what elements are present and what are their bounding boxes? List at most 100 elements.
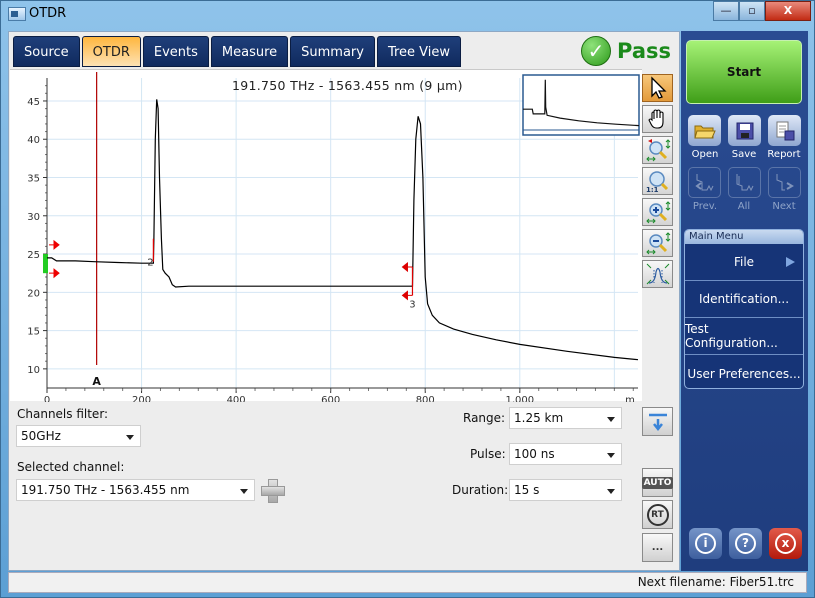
chevron-down-icon — [126, 435, 134, 440]
save-button[interactable] — [728, 115, 761, 146]
tab-source[interactable]: Source — [13, 36, 80, 67]
channels-filter-select[interactable]: 50GHz — [16, 425, 141, 447]
checkmark-icon: ✓ — [581, 36, 611, 66]
window-title: OTDR — [29, 6, 67, 21]
y-tick-label: 25 — [27, 250, 40, 261]
info-icon: i — [695, 533, 716, 554]
add-channel-button[interactable] — [261, 479, 285, 503]
more-options-button[interactable]: ... — [642, 533, 673, 562]
realtime-button[interactable]: RT — [642, 500, 673, 529]
expand-settings-button[interactable] — [642, 407, 673, 436]
x-tick-label: 0 — [44, 395, 50, 402]
otdr-window: OTDR — ▫ X Source OTDR Events Measure Su… — [0, 0, 815, 598]
x-tick-label: 200 — [132, 395, 151, 402]
otdr-trace-chart[interactable]: 10 15 20 25 30 35 40 45 0 200 400 600 800 1,000 m A 2 3 1… — [10, 69, 642, 402]
info-button[interactable]: i — [689, 528, 722, 559]
launch-marker-arrow — [49, 239, 60, 250]
save-label: Save — [731, 149, 757, 160]
tab-otdr[interactable]: OTDR — [81, 36, 141, 67]
help-icon: ? — [735, 533, 756, 554]
main-menu-title: Main Menu — [685, 230, 803, 244]
trace-line — [47, 99, 639, 361]
prev-trace-icon — [694, 173, 713, 191]
next-filename: Next filename: Fiber51.trc — [637, 575, 794, 589]
prev-trace-label: Prev. — [692, 201, 718, 212]
all-traces-button[interactable] — [728, 167, 761, 198]
tab-events[interactable]: Events — [142, 36, 209, 67]
duration-label: Duration: — [452, 483, 509, 497]
selected-channel-value: 191.750 THz - 1563.455 nm — [21, 483, 190, 497]
trace-graph[interactable]: 10 15 20 25 30 35 40 45 0 200 400 600 800 1,000 m A 2 3 — [10, 70, 642, 402]
selected-channel-select[interactable]: 191.750 THz - 1563.455 nm — [16, 479, 255, 501]
next-trace-button[interactable] — [768, 167, 801, 198]
exit-button[interactable]: x — [769, 528, 802, 559]
launch-marker-arrow — [49, 268, 60, 279]
auto-settings-button[interactable]: AUTO — [641, 468, 674, 497]
floppy-disk-icon — [736, 122, 753, 139]
zoom-out-tool-button[interactable] — [642, 229, 673, 257]
zoom-1to1-tool-button[interactable]: 1:1 — [642, 167, 673, 195]
tab-measure[interactable]: Measure — [210, 36, 289, 67]
report-button[interactable] — [768, 115, 801, 146]
y-tick-label: 30 — [27, 212, 40, 223]
app-icon — [8, 7, 26, 21]
duration-value: 15 s — [514, 483, 540, 497]
maximize-button[interactable]: ▫ — [739, 1, 765, 21]
menu-item-file[interactable]: File — [685, 244, 803, 281]
folder-open-icon — [693, 125, 716, 138]
cursor-a-label: A — [92, 375, 101, 388]
zoom-out-icon — [645, 232, 670, 255]
menu-item-identification[interactable]: Identification... — [685, 281, 803, 318]
y-tick-label: 35 — [27, 174, 40, 185]
menu-item-user-preferences[interactable]: User Preferences... — [685, 355, 803, 388]
open-button[interactable] — [688, 115, 721, 146]
event-3-arrow — [401, 262, 413, 273]
svg-text:1:1: 1:1 — [646, 186, 659, 193]
zoom-area-icon — [645, 139, 670, 162]
fit-trace-tool-button[interactable] — [642, 260, 673, 288]
channels-filter-label: Channels filter: — [17, 407, 109, 421]
tab-summary[interactable]: Summary — [290, 36, 375, 67]
pointer-tool-button[interactable] — [642, 74, 673, 102]
zoom-in-tool-button[interactable] — [642, 198, 673, 226]
pulse-value: 100 ns — [514, 447, 555, 461]
arrow-down-icon — [648, 413, 667, 431]
menu-item-test-configuration[interactable]: Test Configuration... — [685, 318, 803, 355]
next-trace-label: Next — [772, 201, 796, 212]
event-3-label: 3 — [409, 299, 415, 310]
pan-tool-button[interactable] — [642, 105, 673, 133]
zoom-area-tool-button[interactable] — [642, 136, 673, 164]
open-label: Open — [691, 149, 719, 160]
hand-icon — [647, 109, 664, 129]
pulse-select[interactable]: 100 ns — [509, 443, 622, 465]
range-select[interactable]: 1.25 km — [509, 407, 622, 429]
y-tick-label: 15 — [27, 327, 40, 338]
chevron-down-icon — [607, 489, 615, 494]
graph-toolbar: 1:1 — [642, 74, 676, 291]
pass-status-text: Pass — [617, 39, 671, 63]
tab-tree-view[interactable]: Tree View — [376, 36, 462, 67]
realtime-icon: RT — [646, 503, 669, 526]
x-tick-label: 400 — [227, 395, 246, 402]
sidebar: Start Open Save Report Prev. All Next Ma… — [681, 31, 808, 571]
main-menu: Main Menu File Identification... Test Co… — [684, 229, 804, 389]
title-bar: OTDR — ▫ X — [1, 1, 814, 29]
pass-status: ✓ Pass — [581, 36, 671, 66]
minimize-button[interactable]: — — [713, 1, 739, 21]
zoom-in-icon — [645, 201, 670, 224]
acquisition-settings: Channels filter: 50GHz Selected channel:… — [9, 402, 679, 570]
zoom-1to1-icon: 1:1 — [646, 171, 668, 193]
help-button[interactable]: ? — [729, 528, 762, 559]
main-panel: Source OTDR Events Measure Summary Tree … — [8, 31, 680, 571]
range-value: 1.25 km — [514, 411, 564, 425]
close-button[interactable]: X — [765, 1, 811, 21]
prev-trace-button[interactable] — [688, 167, 721, 198]
submenu-arrow-icon — [786, 257, 795, 267]
x-tick-label: 1,000 — [505, 395, 534, 402]
launch-level-bar — [43, 254, 48, 274]
duration-select[interactable]: 15 s — [509, 479, 622, 501]
range-label: Range: — [463, 411, 506, 425]
start-button[interactable]: Start — [686, 40, 802, 104]
channels-filter-value: 50GHz — [21, 429, 61, 443]
y-tick-label: 40 — [27, 135, 40, 146]
